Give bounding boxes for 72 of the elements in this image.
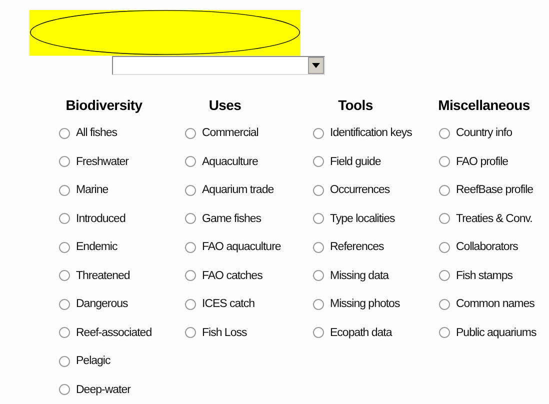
- radio-button[interactable]: [185, 156, 196, 168]
- radio-button[interactable]: [313, 242, 324, 253]
- radio-option[interactable]: Marine: [54, 176, 180, 204]
- radio-option[interactable]: ICES catch: [180, 290, 308, 318]
- radio-option[interactable]: Introduced: [54, 204, 180, 233]
- radio-button[interactable]: [185, 242, 196, 253]
- radio-option[interactable]: FAO profile: [434, 148, 544, 176]
- radio-button[interactable]: [59, 242, 70, 253]
- radio-option[interactable]: Common names: [434, 290, 544, 318]
- radio-button[interactable]: [59, 213, 70, 224]
- radio-button[interactable]: [439, 270, 450, 282]
- radio-button[interactable]: [185, 327, 196, 338]
- radio-option[interactable]: Country info: [434, 119, 544, 148]
- radio-button[interactable]: [313, 298, 324, 310]
- radio-option[interactable]: Field guide: [308, 148, 434, 176]
- radio-option[interactable]: Dangerous: [54, 290, 180, 318]
- radio-option[interactable]: Fish stamps: [434, 262, 544, 290]
- radio-option[interactable]: Occurrences: [308, 176, 434, 204]
- column-heading: Miscellaneous: [437, 97, 531, 115]
- radio-option[interactable]: Collaborators: [434, 233, 544, 262]
- radio-option[interactable]: Aquaculture: [180, 148, 308, 176]
- column-heading: Tools: [337, 97, 374, 115]
- radio-option[interactable]: FAO catches: [180, 262, 308, 290]
- radio-button[interactable]: [313, 327, 324, 338]
- radio-option[interactable]: Identification keys: [308, 119, 434, 148]
- radio-button[interactable]: [59, 327, 70, 338]
- radio-option[interactable]: Commercial: [180, 119, 308, 148]
- radio-button[interactable]: [59, 128, 70, 139]
- radio-option[interactable]: All fishes: [54, 119, 180, 148]
- radio-button[interactable]: [185, 270, 196, 282]
- radio-button[interactable]: [59, 384, 70, 396]
- radio-button[interactable]: [313, 156, 324, 168]
- radio-button[interactable]: [439, 128, 450, 139]
- radio-option[interactable]: Freshwater: [54, 148, 180, 176]
- radio-button[interactable]: [439, 184, 450, 196]
- radio-button[interactable]: [439, 213, 450, 224]
- column-heading: Biodiversity: [64, 97, 144, 115]
- radio-option[interactable]: Deep-water: [54, 376, 180, 404]
- radio-option[interactable]: Type localities: [308, 204, 434, 233]
- radio-option[interactable]: FAO aquaculture: [180, 233, 308, 262]
- radio-button[interactable]: [59, 270, 70, 282]
- radio-option[interactable]: Missing photos: [308, 290, 434, 318]
- radio-button[interactable]: [439, 327, 450, 338]
- radio-option[interactable]: Fish Loss: [180, 318, 308, 347]
- radio-button[interactable]: [185, 128, 196, 139]
- radio-button[interactable]: [439, 242, 450, 253]
- radio-button[interactable]: [313, 270, 324, 282]
- radio-option[interactable]: Aquarium trade: [180, 176, 308, 204]
- radio-option[interactable]: Game fishes: [180, 204, 308, 233]
- radio-button[interactable]: [439, 298, 450, 310]
- radio-option[interactable]: Treaties & Conv.: [434, 204, 544, 233]
- radio-button[interactable]: [59, 156, 70, 168]
- radio-button[interactable]: [185, 184, 196, 196]
- radio-option[interactable]: ReefBase profile: [434, 176, 544, 204]
- radio-button[interactable]: [185, 298, 196, 310]
- radio-option[interactable]: Threatened: [54, 262, 180, 290]
- radio-option[interactable]: Reef-associated: [54, 318, 180, 347]
- radio-option[interactable]: Endemic: [54, 233, 180, 262]
- radio-button[interactable]: [313, 128, 324, 139]
- radio-button[interactable]: [59, 356, 70, 367]
- radio-button[interactable]: [185, 213, 196, 224]
- column-heading: Uses: [208, 97, 242, 115]
- radio-option[interactable]: Missing data: [308, 262, 434, 290]
- radio-button[interactable]: [59, 298, 70, 310]
- radio-option[interactable]: Ecopath data: [308, 318, 434, 347]
- radio-button[interactable]: [439, 156, 450, 168]
- radio-button[interactable]: [59, 184, 70, 196]
- radio-button[interactable]: [313, 213, 324, 224]
- radio-button[interactable]: [313, 184, 324, 196]
- radio-option[interactable]: Pelagic: [54, 347, 180, 376]
- radio-option[interactable]: References: [308, 233, 434, 262]
- radio-option[interactable]: Public aquariums: [434, 318, 544, 347]
